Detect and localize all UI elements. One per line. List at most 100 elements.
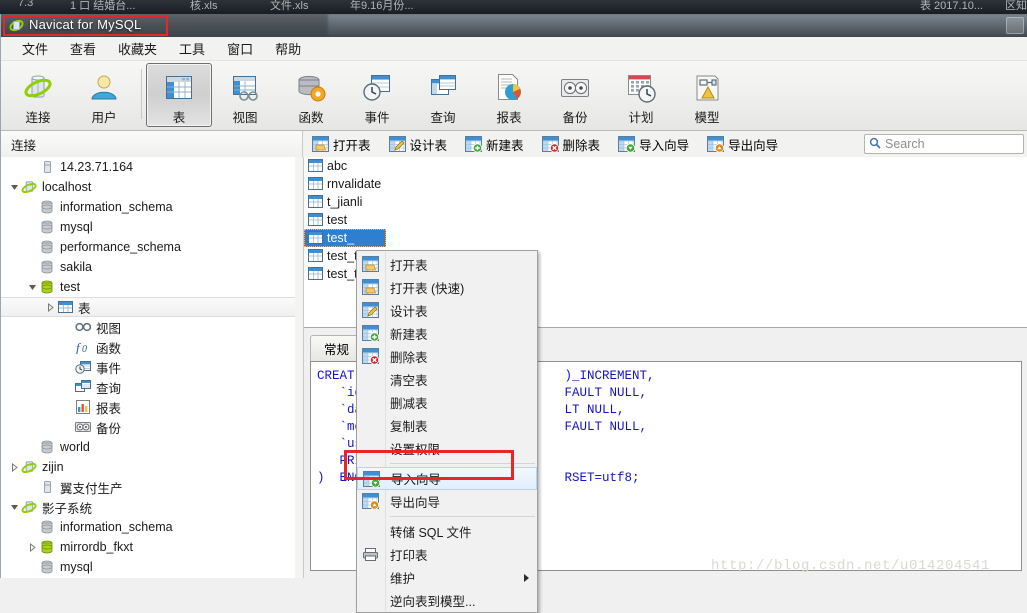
ctx-truncate-table[interactable]: 清空表 [357, 368, 537, 391]
ctx-import-wizard[interactable]: 导入向导 [357, 467, 537, 490]
action-design-table-label: 设计表 [409, 138, 448, 153]
action-export-wizard[interactable]: 导出向导 [699, 131, 786, 158]
toolbar-user[interactable]: 用户 [71, 63, 137, 127]
ctx-separator-1 [390, 463, 535, 464]
toolbar-schedule-label: 计划 [628, 111, 654, 125]
ctx-design-table[interactable]: 设计表 [357, 299, 537, 322]
toolbar-view-label: 视图 [232, 111, 258, 125]
db-gray-icon [39, 519, 55, 535]
menu-window[interactable]: 窗口 [216, 36, 264, 61]
ctx-reverse-to-model[interactable]: 逆向表到模型... [357, 589, 537, 612]
tree-node-4[interactable]: performance_schema [1, 237, 303, 257]
tree-node-16[interactable]: 翼支付生产 [1, 477, 303, 497]
tree-node-10[interactable]: 事件 [1, 357, 303, 377]
tree-node-14[interactable]: world [1, 437, 303, 457]
tree-node-13[interactable]: 备份 [1, 417, 303, 437]
tree-node-label: 翼支付生产 [60, 481, 123, 496]
search-input[interactable]: Search [864, 134, 1024, 154]
action-design-table[interactable]: 设计表 [381, 131, 456, 158]
tree-node-3[interactable]: mysql [1, 217, 303, 237]
menu-file[interactable]: 文件 [11, 36, 59, 61]
ctx-open-table-fast[interactable]: 打开表 (快速) [357, 276, 537, 299]
connections-tree[interactable]: 14.23.71.164 localhost information_schema m… [1, 157, 304, 578]
ctx-reverse-to-model-label: 逆向表到模型... [390, 595, 476, 609]
chevron-right-icon[interactable] [9, 462, 20, 473]
tables-folder-icon [57, 299, 73, 315]
backup-icon [558, 69, 592, 106]
close-icon[interactable] [1006, 17, 1024, 34]
tree-node-18[interactable]: information_schema [1, 517, 303, 537]
search-icon [869, 137, 881, 152]
chevron-down-icon[interactable] [9, 502, 20, 513]
tree-node-20[interactable]: mysql [1, 557, 303, 577]
tree-node-11[interactable]: 查询 [1, 377, 303, 397]
ctx-drop-table[interactable]: 删减表 [357, 391, 537, 414]
toolbar-user-label: 用户 [91, 111, 117, 125]
toolbar-query[interactable]: 查询 [410, 63, 476, 127]
tree-node-17[interactable]: 影子系统 [1, 497, 303, 517]
tree-node-15[interactable]: zijin [1, 457, 303, 477]
tree-scrollbar[interactable] [295, 157, 303, 578]
tree-node-label: zijin [42, 460, 64, 474]
open-table-fast-icon [362, 279, 379, 295]
toolbar-schedule[interactable]: 计划 [608, 63, 674, 127]
tree-node-9[interactable]: f 0 函数 [1, 337, 303, 357]
menu-tools[interactable]: 工具 [168, 36, 216, 61]
toolbar-function[interactable]: 函数 [278, 63, 344, 127]
sub-toolbar: 连接 打开表 设计表 新建表 删除表 导入向导 导出向导 Search [1, 131, 1027, 158]
ctx-export-wizard[interactable]: 导出向导 [357, 490, 537, 513]
tree-node-7[interactable]: 表 [1, 297, 303, 317]
table-row-icon [308, 213, 323, 227]
ctx-print-table[interactable]: 打印表 [357, 543, 537, 566]
tree-node-0[interactable]: 14.23.71.164 [1, 157, 303, 177]
new-table-icon [362, 325, 380, 342]
tree-node-2[interactable]: information_schema [1, 197, 303, 217]
toolbar-event[interactable]: 事件 [344, 63, 410, 127]
toolbar-report[interactable]: 报表 [476, 63, 542, 127]
toolbar-connection[interactable]: 连接 [5, 63, 71, 127]
menu-help[interactable]: 帮助 [264, 36, 312, 61]
menu-favorites[interactable]: 收藏夹 [107, 36, 168, 61]
menu-view[interactable]: 查看 [59, 36, 107, 61]
table-row-rnvalidate[interactable]: rnvalidate [304, 175, 1027, 193]
tree-node-12[interactable]: 报表 [1, 397, 303, 417]
ctx-set-privileges[interactable]: 设置权限 [357, 437, 537, 460]
tree-node-5[interactable]: sakila [1, 257, 303, 277]
action-new-table[interactable]: 新建表 [457, 131, 532, 158]
tree-node-label: information_schema [60, 520, 173, 534]
tree-node-19[interactable]: mirrordb_fkxt [1, 537, 303, 557]
tree-node-label: 视图 [96, 321, 122, 336]
action-open-table[interactable]: 打开表 [304, 131, 379, 158]
ctx-new-table[interactable]: 新建表 [357, 322, 537, 345]
table-row-test[interactable]: test [304, 211, 1027, 229]
toolbar-backup[interactable]: 备份 [542, 63, 608, 127]
tree-node-6[interactable]: test [1, 277, 303, 297]
chevron-down-icon[interactable] [9, 182, 20, 193]
chevron-right-icon[interactable] [45, 302, 56, 313]
toolbar-model[interactable]: 模型 [674, 63, 740, 127]
tree-node-8[interactable]: 视图 [1, 317, 303, 337]
object-actions-bar: 打开表 设计表 新建表 删除表 导入向导 导出向导 [304, 131, 788, 157]
chevron-down-icon[interactable] [27, 282, 38, 293]
table-row-test-selected[interactable]: test_ [304, 229, 386, 247]
ctx-copy-table[interactable]: 复制表 [357, 414, 537, 437]
views-icon [75, 319, 91, 335]
ctx-delete-table[interactable]: 删除表 [357, 345, 537, 368]
toolbar-view[interactable]: 视图 [212, 63, 278, 127]
table-row-abc[interactable]: abc [304, 157, 1027, 175]
ctx-dump-sql-file[interactable]: 转储 SQL 文件 [357, 520, 537, 543]
action-import-wizard[interactable]: 导入向导 [610, 131, 697, 158]
ctx-open-table[interactable]: 打开表 [357, 253, 537, 276]
toolbar-table[interactable]: 表 [146, 63, 212, 127]
chevron-right-icon[interactable] [27, 542, 38, 553]
table-row-icon [308, 267, 323, 281]
action-delete-table[interactable]: 删除表 [534, 131, 609, 158]
tree-node-1[interactable]: localhost [1, 177, 303, 197]
table-context-menu[interactable]: 打开表 打开表 (快速) 设计表 新建表 删除表 清空表 删减表 复制表 设置权限导入向导 导出向… [356, 250, 538, 613]
table-row-t-jianli[interactable]: t_jianli [304, 193, 1027, 211]
